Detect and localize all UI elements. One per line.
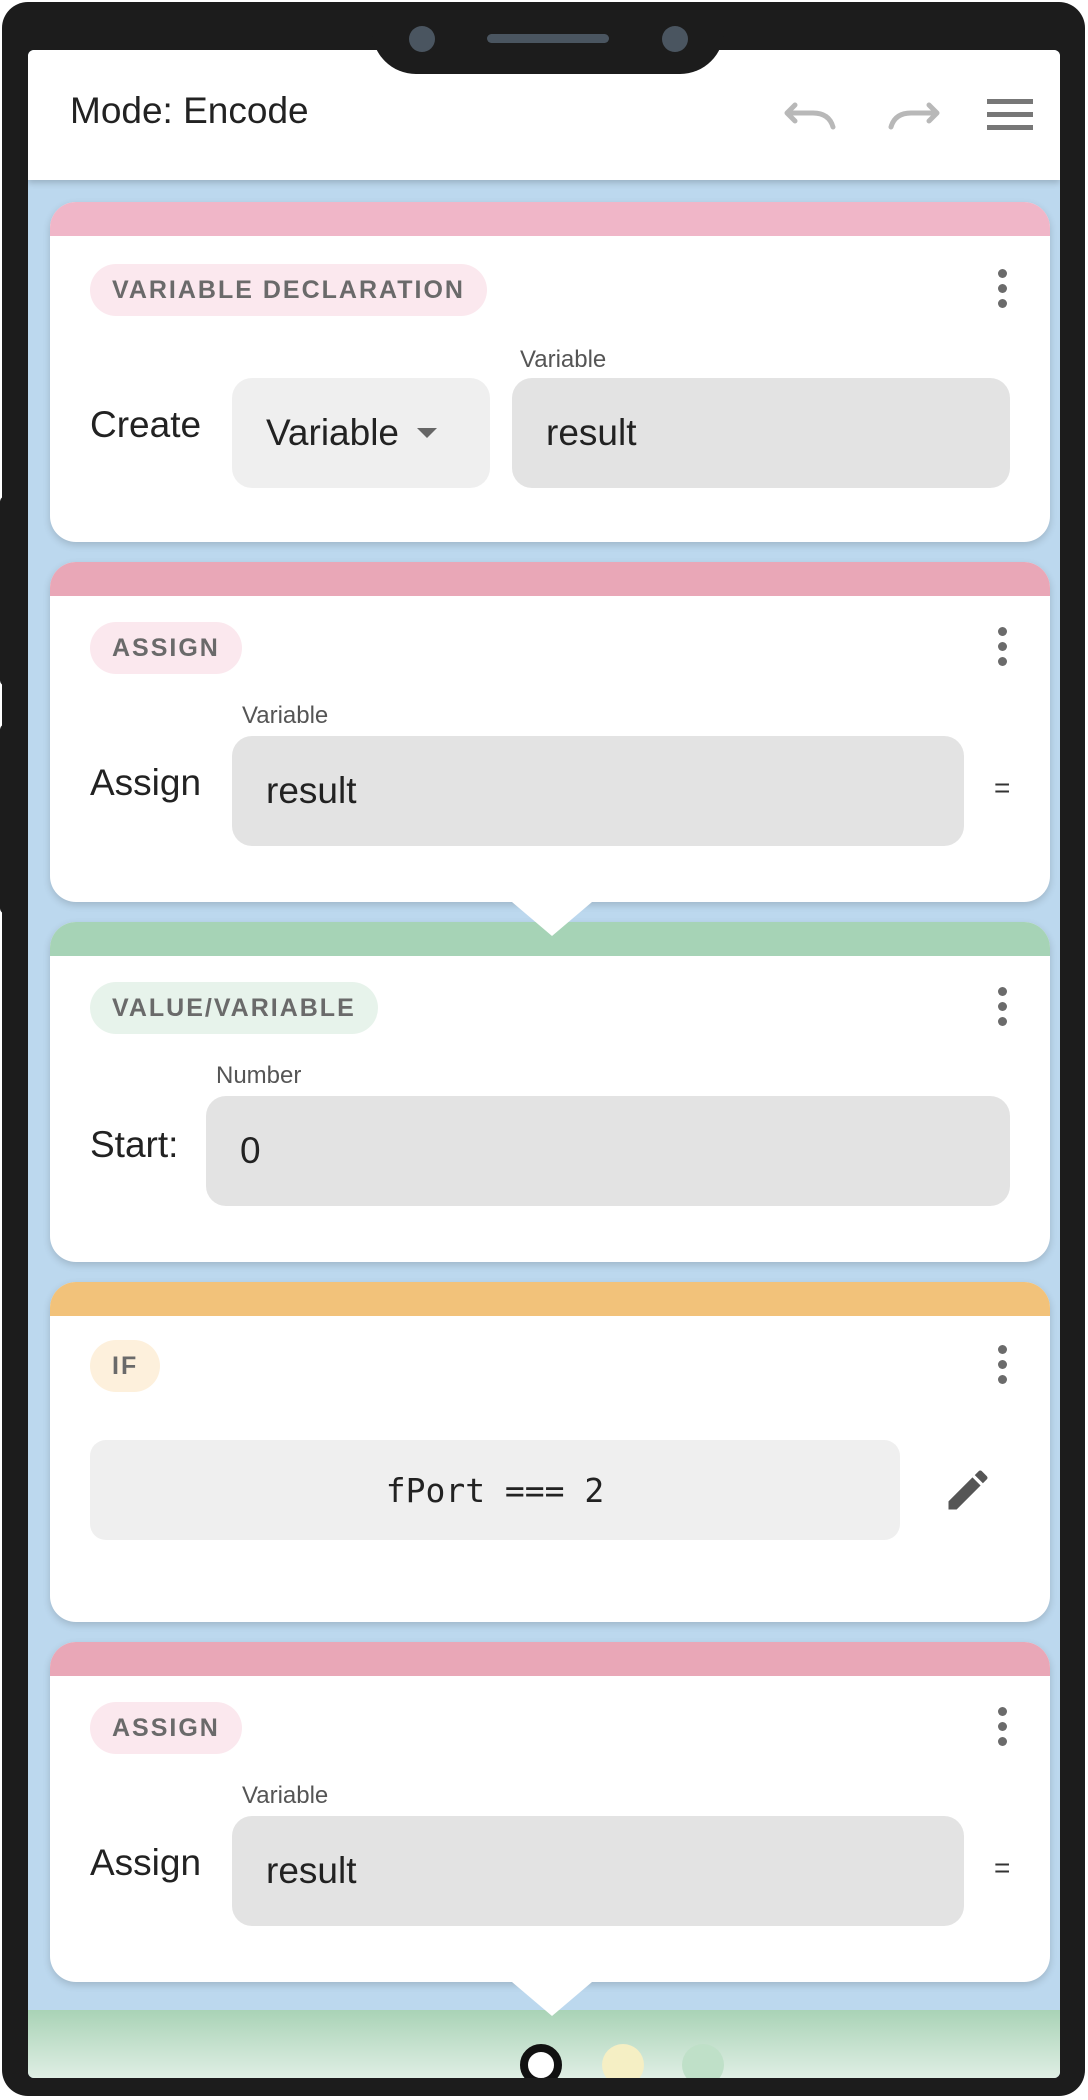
block-more-button[interactable] [982, 1334, 1022, 1394]
page-title: Mode: Encode [70, 90, 309, 131]
number-field-label: Number [216, 1062, 302, 1089]
assign-label: Assign [90, 762, 202, 803]
menu-button[interactable] [980, 90, 1040, 138]
variable-field-label: Variable [520, 346, 607, 373]
camera-notch [372, 8, 724, 74]
redo-button[interactable] [884, 90, 944, 138]
equals-sign: = [994, 772, 1011, 803]
block-color-stripe [50, 1282, 1050, 1316]
variable-field-label: Variable [242, 702, 329, 729]
redo-icon [888, 102, 940, 130]
assign-variable-input[interactable]: result [232, 736, 964, 846]
block-type-badge: VALUE/VARIABLE [90, 982, 378, 1034]
more-vert-icon [997, 1706, 1007, 1716]
camera-icon [409, 26, 435, 52]
pager-dot-active[interactable] [520, 2044, 562, 2078]
value-variable-block: VALUE/VARIABLE Start: Number 0 [50, 922, 1050, 1262]
block-type-badge: IF [90, 1340, 161, 1392]
type-select[interactable]: Variable [232, 378, 490, 488]
speaker-grille [487, 34, 609, 43]
block-color-stripe [50, 1642, 1050, 1676]
pager-dot[interactable] [682, 2044, 724, 2078]
assign-block: ASSIGN Assign Variable result = [50, 562, 1050, 902]
sensor-icon [662, 26, 688, 52]
undo-button[interactable] [780, 90, 840, 138]
pager-dot[interactable] [602, 2044, 644, 2078]
caret-down-icon [417, 428, 438, 438]
more-vert-icon [997, 986, 1007, 996]
menu-icon [987, 99, 1033, 130]
if-condition-expression[interactable]: fPort === 2 [90, 1440, 900, 1540]
block-type-badge: VARIABLE DECLARATION [90, 264, 487, 316]
block-more-button[interactable] [982, 258, 1022, 318]
undo-icon [784, 102, 836, 130]
side-button-lower [0, 724, 16, 914]
more-vert-icon [997, 268, 1007, 278]
block-more-button[interactable] [982, 976, 1022, 1036]
variable-name-input[interactable]: result [512, 378, 1010, 488]
edit-condition-button[interactable] [942, 1464, 994, 1516]
variable-field-label: Variable [242, 1782, 329, 1809]
assign-block: ASSIGN Assign Variable result = [50, 1642, 1050, 1982]
if-block: IF fPort === 2 [50, 1282, 1050, 1622]
connector-arrow [512, 1982, 592, 2016]
create-label: Create [90, 404, 202, 445]
assign-variable-input[interactable]: result [232, 1816, 964, 1926]
block-type-badge: ASSIGN [90, 1702, 242, 1754]
start-label: Start: [90, 1124, 179, 1165]
variable-declaration-block: VARIABLE DECLARATION Create Variable Var… [50, 202, 1050, 542]
connector-arrow [512, 902, 592, 936]
block-color-stripe [50, 202, 1050, 236]
type-select-value: Variable [266, 412, 400, 453]
equals-sign: = [994, 1852, 1011, 1883]
block-more-button[interactable] [982, 1696, 1022, 1756]
assign-label: Assign [90, 1842, 202, 1883]
more-vert-icon [997, 626, 1007, 636]
side-button-upper [0, 496, 16, 686]
block-color-stripe [50, 562, 1050, 596]
block-more-button[interactable] [982, 616, 1022, 676]
edit-pencil-icon [948, 1470, 988, 1510]
number-input[interactable]: 0 [206, 1096, 1010, 1206]
more-vert-icon [997, 1344, 1007, 1354]
app-screen: Mode: Encode VARIABLE DECLARATION Create… [28, 50, 1060, 2078]
block-type-badge: ASSIGN [90, 622, 242, 674]
